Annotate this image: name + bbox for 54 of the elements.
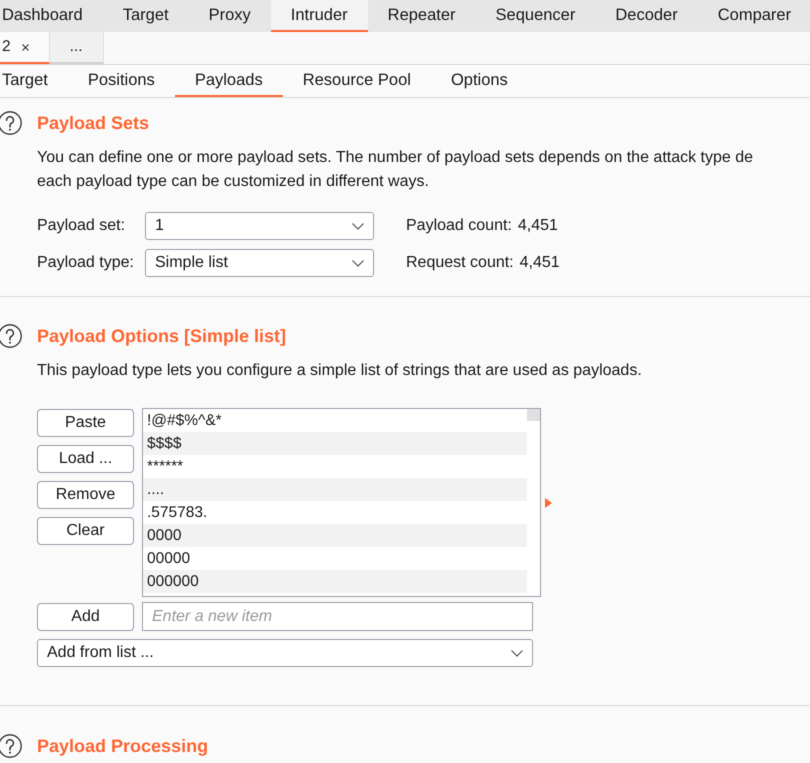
list-item[interactable]: 0000 (143, 524, 527, 547)
list-action-button[interactable]: Remove (37, 481, 134, 509)
list-action-button[interactable]: Paste (37, 409, 134, 437)
add-button[interactable]: Add (37, 602, 134, 630)
list-item[interactable]: $$$$ (143, 432, 527, 455)
help-icon[interactable] (0, 111, 22, 135)
tab[interactable]: Payloads (174, 65, 283, 97)
section-description: This payload type lets you configure a simple list of strings that are used as payloads. (37, 361, 643, 381)
count-label: Request count: (406, 253, 514, 273)
list-action-button[interactable]: Load ... (37, 445, 134, 473)
chevron-down-icon (352, 222, 364, 230)
tab[interactable]: Intruder (270, 0, 368, 32)
new-item-field[interactable]: Enter a new item (142, 602, 533, 631)
tab[interactable]: Positions (68, 65, 175, 97)
help-icon[interactable] (0, 324, 22, 348)
tab[interactable]: Comparer (698, 0, 810, 32)
section-title: Payload Processing (37, 735, 208, 758)
tab[interactable]: Target (0, 65, 68, 97)
payload-list[interactable]: !@#$%^&* $$$$ ****** .... .575783. 0000 00000 000000 (142, 408, 541, 597)
dropdown-value: 1 (155, 216, 164, 236)
tab-label: 2 (2, 37, 11, 58)
count-label: Payload count: (406, 216, 512, 236)
dropdown-value: Simple list (155, 253, 228, 273)
scrollbar-thumb[interactable] (527, 409, 540, 421)
tab[interactable]: Repeater (368, 0, 476, 32)
tab[interactable]: Options (430, 65, 528, 97)
chevron-down-icon (511, 650, 523, 656)
count-value: 4,451 (520, 253, 560, 273)
attack-tab[interactable]: 2 (0, 32, 50, 64)
section-description: You can define one or more payload sets. The number of payload sets depends on the attack type de each payload type can be customized in different ways. (37, 148, 754, 192)
triangle-icon (545, 498, 552, 508)
list-item[interactable]: 000000 (143, 570, 527, 593)
dropdown-value: Add from list ... (47, 643, 154, 663)
tab[interactable]: Resource Pool (282, 65, 431, 97)
list-item[interactable]: .... (143, 478, 527, 501)
close-icon[interactable] (22, 44, 29, 50)
section-title: Payload Options [Simple list] (37, 325, 286, 348)
tab[interactable]: Sequencer (476, 0, 596, 32)
field-label: Payload type: (37, 253, 135, 273)
count-value: 4,451 (518, 216, 558, 236)
tab-label: ... (70, 37, 83, 58)
tab[interactable]: Target (102, 0, 189, 32)
dropdown[interactable]: 1 (145, 212, 374, 240)
chevron-down-icon (352, 260, 364, 266)
tab[interactable]: Decoder (595, 0, 698, 32)
add-from-list-dropdown[interactable]: Add from list ... (37, 639, 533, 667)
attack-tab[interactable]: ... (50, 32, 104, 64)
tab[interactable]: Proxy (188, 0, 271, 32)
help-icon[interactable] (0, 734, 22, 758)
tab[interactable]: Dashboard (0, 0, 103, 32)
section-title: Payload Sets (37, 112, 150, 135)
field-label: Payload set: (37, 216, 126, 236)
dropdown[interactable]: Simple list (145, 249, 374, 277)
list-action-button[interactable]: Clear (37, 517, 134, 545)
